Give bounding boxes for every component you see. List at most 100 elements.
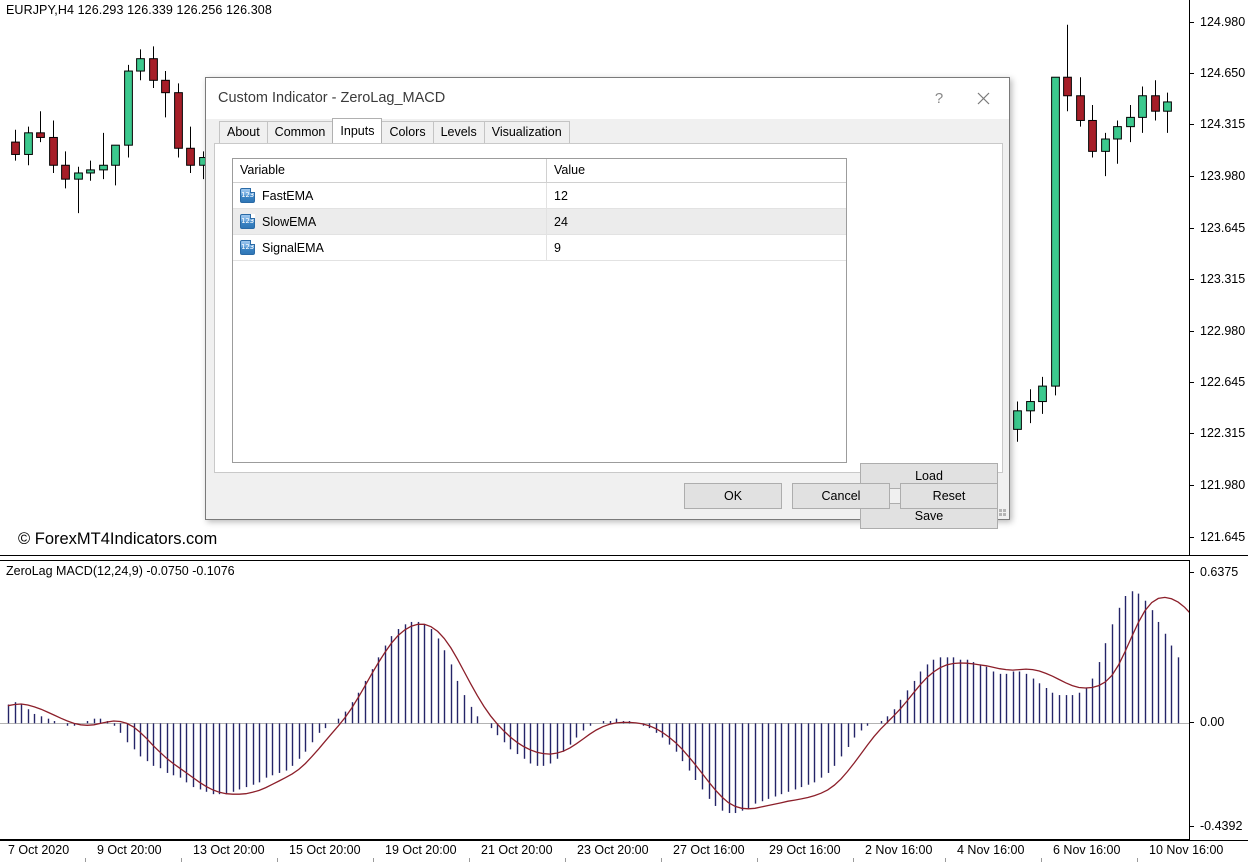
quote-line: EURJPY,H4 126.293 126.339 126.256 126.30… bbox=[6, 3, 272, 17]
dialog-body: Variable Value 123 FastEMA 12 123 SlowEMA 241… bbox=[214, 143, 1003, 473]
price-tick-mark bbox=[1190, 279, 1194, 280]
candlestick bbox=[1152, 80, 1160, 120]
custom-indicator-dialog[interactable]: Custom Indicator - ZeroLag_MACD ? AboutC… bbox=[205, 77, 1010, 520]
time-tick-label: 6 Nov 16:00 bbox=[1053, 843, 1120, 857]
candlestick bbox=[1027, 389, 1035, 423]
time-tick-label: 9 Oct 20:00 bbox=[97, 843, 162, 857]
price-tick-mark bbox=[1190, 485, 1194, 486]
price-tick-label: 124.980 bbox=[1200, 15, 1245, 29]
cancel-button[interactable]: Cancel bbox=[792, 483, 890, 509]
time-tick-mark bbox=[1137, 858, 1138, 862]
price-tick-label: 123.645 bbox=[1200, 221, 1245, 235]
time-tick-label: 23 Oct 20:00 bbox=[577, 843, 649, 857]
reset-button[interactable]: Reset bbox=[900, 483, 998, 509]
integer-type-icon: 123 bbox=[240, 188, 255, 203]
cell-value[interactable]: 24 bbox=[547, 209, 847, 235]
time-tick-label: 15 Oct 20:00 bbox=[289, 843, 361, 857]
candlestick bbox=[125, 65, 133, 158]
time-tick-mark bbox=[853, 858, 854, 862]
price-tick-mark bbox=[1190, 176, 1194, 177]
dialog-titlebar[interactable]: Custom Indicator - ZeroLag_MACD ? bbox=[206, 78, 1009, 120]
time-tick-label: 4 Nov 16:00 bbox=[957, 843, 1024, 857]
dialog-tabs[interactable]: AboutCommonInputsColorsLevelsVisualizati… bbox=[206, 119, 1009, 143]
indicator-tick-mark bbox=[1190, 572, 1194, 573]
tab-visualization[interactable]: Visualization bbox=[484, 121, 570, 143]
table-header-row: Variable Value bbox=[233, 159, 846, 183]
cell-variable[interactable]: 123 SlowEMA bbox=[233, 209, 547, 235]
time-tick-label: 21 Oct 20:00 bbox=[481, 843, 553, 857]
candlestick bbox=[187, 127, 195, 173]
macd-canvas bbox=[0, 561, 1190, 840]
price-tick-mark bbox=[1190, 228, 1194, 229]
candlestick bbox=[1014, 402, 1022, 442]
time-tick-mark bbox=[661, 858, 662, 862]
price-tick-mark bbox=[1190, 433, 1194, 434]
time-tick-mark bbox=[85, 858, 86, 862]
variable-cell-content: 123 FastEMA bbox=[240, 188, 546, 203]
candlestick bbox=[37, 111, 45, 142]
price-tick-label: 123.315 bbox=[1200, 272, 1245, 286]
question-mark-icon[interactable]: ? bbox=[917, 78, 961, 119]
cell-variable[interactable]: 123 FastEMA bbox=[233, 183, 547, 209]
tab-common[interactable]: Common bbox=[267, 121, 334, 143]
indicator-label: ZeroLag MACD(12,24,9) -0.0750 -0.1076 bbox=[6, 564, 235, 578]
resize-grip[interactable] bbox=[995, 505, 1007, 517]
price-tick-label: 122.645 bbox=[1200, 375, 1245, 389]
tab-levels[interactable]: Levels bbox=[433, 121, 485, 143]
indicator-tick-label: 0.00 bbox=[1200, 715, 1224, 729]
table-row[interactable]: 123 SlowEMA 24 bbox=[233, 209, 846, 235]
table-row[interactable]: 123SignalEMA9 bbox=[233, 235, 846, 261]
time-tick-mark bbox=[277, 858, 278, 862]
time-tick-mark bbox=[757, 858, 758, 862]
variable-name: FastEMA bbox=[262, 189, 313, 203]
cell-value[interactable]: 9 bbox=[547, 235, 847, 261]
inputs-table[interactable]: Variable Value 123 FastEMA 12 123 SlowEMA 241… bbox=[232, 158, 847, 463]
candlestick bbox=[1039, 377, 1047, 414]
tab-colors[interactable]: Colors bbox=[381, 121, 433, 143]
time-tick-label: 19 Oct 20:00 bbox=[385, 843, 457, 857]
price-scale[interactable]: 124.980124.650124.315123.980123.645123.3… bbox=[1190, 0, 1248, 556]
mt4-chart-window: EURJPY,H4 126.293 126.339 126.256 126.30… bbox=[0, 0, 1248, 862]
price-tick-label: 124.650 bbox=[1200, 66, 1245, 80]
table-row[interactable]: 123 FastEMA 12 bbox=[233, 183, 846, 209]
time-tick-label: 13 Oct 20:00 bbox=[193, 843, 265, 857]
time-axis[interactable]: 7 Oct 20209 Oct 20:0013 Oct 20:0015 Oct … bbox=[0, 840, 1248, 862]
price-tick-mark bbox=[1190, 124, 1194, 125]
time-tick-label: 29 Oct 16:00 bbox=[769, 843, 841, 857]
indicator-tick-label: -0.4392 bbox=[1200, 819, 1242, 833]
candlestick bbox=[137, 49, 145, 80]
candlestick bbox=[12, 130, 20, 161]
variable-cell-content: 123 SlowEMA bbox=[240, 214, 546, 229]
tab-inputs[interactable]: Inputs bbox=[332, 118, 382, 143]
indicator-tick-label: 0.6375 bbox=[1200, 565, 1238, 579]
indicator-pane[interactable] bbox=[0, 560, 1190, 840]
close-icon[interactable] bbox=[961, 78, 1005, 119]
integer-type-icon: 123 bbox=[240, 214, 255, 229]
column-header-value[interactable]: Value bbox=[547, 159, 847, 183]
candlestick bbox=[150, 46, 158, 88]
candlestick bbox=[162, 71, 170, 117]
variable-name: SlowEMA bbox=[262, 215, 316, 229]
cell-variable[interactable]: 123SignalEMA bbox=[233, 235, 547, 261]
candlestick bbox=[75, 167, 83, 213]
variable-cell-content: 123SignalEMA bbox=[240, 240, 546, 255]
price-tick-mark bbox=[1190, 382, 1194, 383]
tab-about[interactable]: About bbox=[219, 121, 268, 143]
price-tick-mark bbox=[1190, 537, 1194, 538]
candlestick bbox=[1064, 25, 1072, 111]
candlestick bbox=[87, 161, 95, 181]
price-tick-label: 121.645 bbox=[1200, 530, 1245, 544]
cell-value[interactable]: 12 bbox=[547, 183, 847, 209]
candlestick bbox=[1164, 93, 1172, 133]
indicator-value-scale[interactable]: 0.6375 0.00 -0.4392 bbox=[1190, 560, 1248, 840]
candlestick bbox=[1052, 77, 1060, 395]
indicator-tick-mark bbox=[1190, 826, 1194, 827]
ok-button[interactable]: OK bbox=[684, 483, 782, 509]
candlestick bbox=[1127, 105, 1135, 142]
candlestick bbox=[62, 151, 70, 188]
candlestick bbox=[1102, 133, 1110, 176]
watermark: © ForexMT4Indicators.com bbox=[18, 530, 217, 549]
column-header-variable[interactable]: Variable bbox=[233, 159, 547, 183]
time-tick-label: 27 Oct 16:00 bbox=[673, 843, 745, 857]
time-tick-mark bbox=[373, 858, 374, 862]
